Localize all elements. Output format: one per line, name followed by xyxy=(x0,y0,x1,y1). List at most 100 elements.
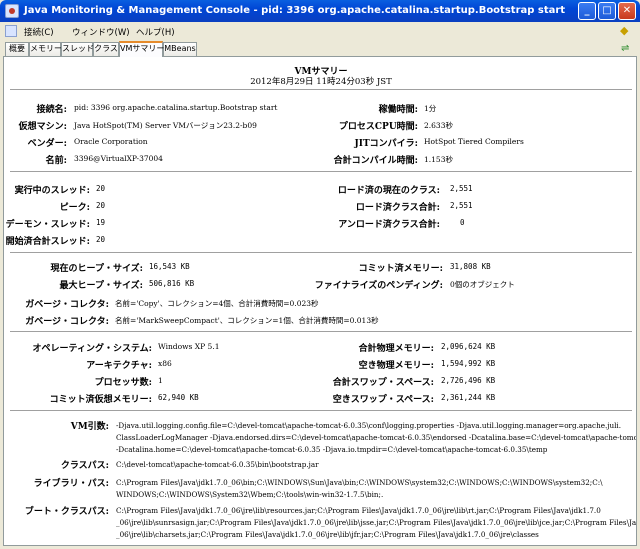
boot-class-path-line: _06\jre\lib\sunrsasign.jar;C:\Program Fi… xyxy=(116,518,637,527)
divider xyxy=(10,89,632,90)
divider xyxy=(10,331,632,332)
minimize-button[interactable]: _ xyxy=(578,2,596,20)
boot-class-path-line: C:\Program Files\Java\jdk1.7.0_06\jre\li… xyxy=(116,506,601,515)
library-path-line: C:\Program Files\Java\jdk1.7.0_06\bin;C:… xyxy=(116,478,603,487)
window-menu-icon[interactable] xyxy=(5,25,17,37)
menu-help[interactable]: ヘルプ(H) xyxy=(136,26,175,38)
boot-class-path-line: _06\jre\lib\charsets.jar;C:\Program File… xyxy=(116,530,539,539)
total-started-threads-label: 開始済合計スレッド: xyxy=(5,237,90,247)
divider xyxy=(10,252,632,253)
total-swap-space-value: 2,726,496 KB xyxy=(441,376,496,385)
divider xyxy=(10,171,632,172)
total-swap-space-label: 合計スワップ・スペース: xyxy=(332,378,434,388)
current-heap-size-label: 現在のヒープ・サイズ: xyxy=(50,264,143,274)
connection-status-icon[interactable]: ⇌ xyxy=(621,43,629,54)
name-label: 名前: xyxy=(45,156,67,166)
total-compile-time-value: 1.153秒 xyxy=(424,155,453,164)
operating-system-value: Windows XP 5.1 xyxy=(158,342,220,351)
virtual-machine-value: Java HotSpot(TM) Server VMバージョン23.2-b09 xyxy=(74,121,257,130)
live-threads-label: 実行中のスレッド: xyxy=(14,186,90,196)
menu-bar: 接続(C) ウィンドウ(W) ヘルプ(H) ◆ xyxy=(0,22,640,40)
title-bar[interactable]: Java Monitoring & Management Console - p… xyxy=(0,0,640,22)
free-physical-memory-value: 1,594,992 KB xyxy=(441,359,496,368)
architecture-label: アーキテクチャ: xyxy=(86,361,152,371)
library-path-value: C:\Program Files\Java\jdk1.7.0_06\bin;C:… xyxy=(116,477,603,501)
boot-class-path-value: C:\Program Files\Java\jdk1.7.0_06\jre\li… xyxy=(116,505,637,541)
total-loaded-classes-label: ロード済クラス合計: xyxy=(355,203,440,213)
architecture-value: x86 xyxy=(158,359,172,368)
vm-arguments-label: VM引数: xyxy=(70,422,109,432)
library-path-line: WINDOWS;C:\WINDOWS\System32\Wbem;C:\tool… xyxy=(116,490,384,499)
vm-arguments-line: -Dcatalina.home=C:\devel-tomcat\apache-t… xyxy=(116,445,548,454)
vm-arguments-line: -Djava.util.logging.config.file=C:\devel… xyxy=(116,421,621,430)
gc-marksweep-value: 名前='MarkSweepCompact'、コレクション=1個、合計消費時間=0… xyxy=(115,316,379,325)
daemon-threads-label: デーモン・スレッド: xyxy=(5,220,90,230)
java-app-icon[interactable] xyxy=(5,4,19,18)
tab-memory[interactable]: メモリー xyxy=(29,42,62,56)
current-heap-size-value: 16,543 KB xyxy=(149,262,190,271)
menu-connection[interactable]: 接続(C) xyxy=(24,26,54,38)
total-started-threads-value: 20 xyxy=(96,235,106,244)
library-path-label: ライブラリ・パス: xyxy=(33,479,109,489)
max-heap-size-label: 最大ヒープ・サイズ: xyxy=(59,281,143,291)
peak-threads-value: 20 xyxy=(96,201,106,210)
peak-threads-label: ピーク: xyxy=(59,203,90,213)
pending-finalization-value: 0個のオブジェクト xyxy=(450,280,515,289)
connection-name-label: 接続名: xyxy=(36,105,67,115)
operating-system-label: オペレーティング・システム: xyxy=(32,344,152,354)
gc-copy-value: 名前='Copy'、コレクション=4個、合計消費時間=0.023秒 xyxy=(115,299,319,308)
daemon-threads-value: 19 xyxy=(96,218,106,227)
free-physical-memory-label: 空き物理メモリー: xyxy=(358,361,434,371)
committed-memory-label: コミット済メモリー: xyxy=(358,264,443,274)
vendor-value: Oracle Corporation xyxy=(74,137,148,146)
max-heap-size-value: 506,816 KB xyxy=(149,279,195,288)
free-swap-space-value: 2,361,244 KB xyxy=(441,393,496,402)
menu-window[interactable]: ウィンドウ(W) xyxy=(72,26,130,38)
gc-copy-label: ガベージ・コレクタ: xyxy=(25,300,109,310)
maximize-button[interactable]: □ xyxy=(598,2,616,20)
tab-threads[interactable]: スレッド xyxy=(61,42,94,56)
class-path-label: クラスパス: xyxy=(60,461,109,471)
process-cpu-time-label: プロセスCPU時間: xyxy=(338,122,418,132)
vendor-label: ベンダー: xyxy=(27,139,67,149)
total-compile-time-label: 合計コンパイル時間: xyxy=(333,156,418,166)
window-title: Java Monitoring & Management Console - p… xyxy=(24,5,566,16)
name-value: 3396@VirtualXP-37004 xyxy=(74,154,163,163)
processors-label: プロセッサ数: xyxy=(94,378,152,388)
vm-arguments-value: -Djava.util.logging.config.file=C:\devel… xyxy=(116,420,637,456)
committed-memory-value: 31,808 KB xyxy=(450,262,491,271)
tab-vm-summary[interactable]: VMサマリー xyxy=(119,41,164,57)
boot-class-path-label: ブート・クラスパス: xyxy=(24,507,109,517)
tab-overview[interactable]: 概要 xyxy=(5,42,29,56)
current-loaded-classes-value: 2,551 xyxy=(450,184,473,193)
pending-finalization-label: ファイナライズのペンディング: xyxy=(314,281,443,291)
gc-marksweep-label: ガベージ・コレクタ: xyxy=(25,317,109,327)
uptime-label: 稼働時間: xyxy=(378,105,418,115)
tab-bar: 概要 メモリー スレッド クラス VMサマリー MBeans ⇌ xyxy=(3,41,637,57)
summary-date: 2012年8月29日 11時24分03秒 JST xyxy=(250,77,392,87)
free-swap-space-label: 空きスワップ・スペース: xyxy=(332,395,434,405)
tab-mbeans[interactable]: MBeans xyxy=(163,42,197,56)
total-physical-memory-label: 合計物理メモリー: xyxy=(358,344,434,354)
virtual-machine-label: 仮想マシン: xyxy=(18,122,67,132)
processors-value: 1 xyxy=(158,376,163,385)
committed-virtual-memory-value: 62,940 KB xyxy=(158,393,199,402)
total-unloaded-classes-label: アンロード済クラス合計: xyxy=(338,220,440,230)
process-cpu-time-value: 2.633秒 xyxy=(424,121,453,130)
jit-compiler-label: JITコンパイラ: xyxy=(354,139,419,149)
connection-name-value: pid: 3396 org.apache.catalina.startup.Bo… xyxy=(74,103,278,112)
vm-summary-panel: VMサマリー 2012年8月29日 11時24分03秒 JST 接続名: pid… xyxy=(3,56,637,546)
divider xyxy=(10,410,632,411)
class-path-value: C:\devel-tomcat\apache-tomcat-6.0.35\bin… xyxy=(116,459,319,471)
total-loaded-classes-value: 2,551 xyxy=(450,201,473,210)
live-threads-value: 20 xyxy=(96,184,106,193)
restore-icon[interactable]: ◆ xyxy=(620,25,632,37)
jit-compiler-value: HotSpot Tiered Compilers xyxy=(424,137,524,146)
total-physical-memory-value: 2,096,624 KB xyxy=(441,342,496,351)
total-unloaded-classes-value: 0 xyxy=(460,218,465,227)
uptime-value: 1分 xyxy=(424,104,437,113)
class-path-line: C:\devel-tomcat\apache-tomcat-6.0.35\bin… xyxy=(116,460,319,469)
close-button[interactable]: ✕ xyxy=(618,2,636,20)
vm-arguments-line: ClassLoaderLogManager -Djava.endorsed.di… xyxy=(116,433,637,442)
tab-classes[interactable]: クラス xyxy=(93,42,119,56)
